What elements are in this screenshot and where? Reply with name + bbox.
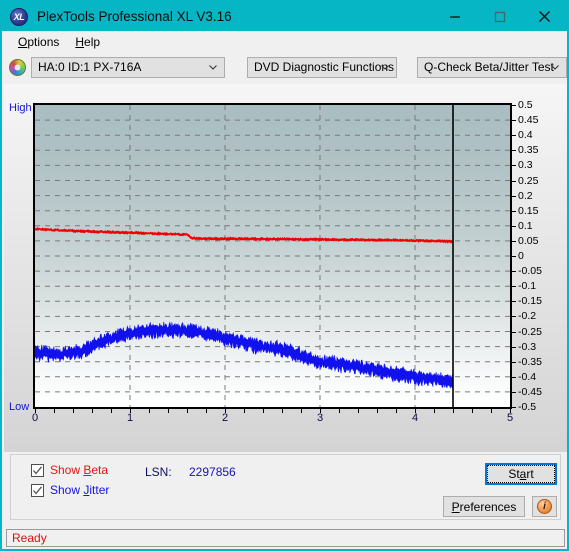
y-tick-label: 0.25: [518, 174, 539, 187]
function-select-value: DVD Diagnostic Functions: [254, 60, 395, 74]
y-tick-label: -0.05: [518, 265, 542, 278]
chevron-down-icon: [209, 65, 217, 70]
close-button[interactable]: [522, 2, 567, 31]
y-tick-label: -0.25: [518, 325, 542, 338]
start-button[interactable]: St a rt: [485, 463, 557, 485]
xl-logo-icon: XL: [10, 7, 28, 26]
y-tick-label: 0.2: [518, 189, 533, 202]
y-tick-label: 0.45: [518, 114, 539, 127]
y-tick-label: -0.45: [518, 385, 542, 398]
test-select-value: Q-Check Beta/Jitter Test: [424, 60, 554, 74]
menu-help-accel: H: [75, 34, 85, 49]
x-tick-label: 1: [126, 412, 134, 424]
y-tick-label: 0.3: [518, 159, 533, 172]
y-tick-label: 0.1: [518, 219, 533, 232]
show-beta-label: Show Beta: [50, 463, 108, 477]
x-tick-label: 0: [31, 412, 39, 424]
status-bar: Ready: [6, 529, 565, 547]
show-jitter-checkbox-row[interactable]: Show Jitter: [31, 483, 109, 497]
y-tick-label: -0.35: [518, 355, 542, 368]
axis-label-low: Low: [9, 401, 30, 413]
menu-help-rest: elp: [84, 34, 101, 49]
window-controls: [432, 2, 567, 31]
optical-disc-icon: [9, 58, 26, 76]
toolbar: HA:0 ID:1 PX-716A DVD Diagnostic Functio…: [4, 54, 567, 80]
show-jitter-checkbox[interactable]: [31, 483, 44, 497]
drive-select[interactable]: HA:0 ID:1 PX-716A: [31, 56, 225, 78]
y-tick-label: 0.4: [518, 129, 533, 142]
maximize-button[interactable]: [477, 2, 522, 31]
x-tick-label: 4: [411, 412, 419, 424]
y-tick-label: -0.3: [518, 340, 537, 353]
y-tick-label: 0.5: [518, 99, 533, 111]
chevron-down-icon: [551, 65, 559, 70]
y-axis-labels: 0.5 0.45 0.4 0.35 0.3 0.25 0.2 0.15 0.1 0.05 0 -0.0…: [516, 99, 564, 413]
preferences-label-post: references: [459, 499, 517, 514]
plot-canvas: [35, 105, 510, 407]
x-tick-label: 5: [506, 412, 514, 424]
menu-item-options[interactable]: Options: [10, 33, 67, 51]
drive-select-value: HA:0 ID:1 PX-716A: [38, 60, 142, 74]
lsn-value: 2297856: [189, 465, 236, 479]
y-tick-label: 0.15: [518, 204, 539, 217]
start-label-post: rt: [526, 467, 534, 481]
menu-bar: Options Help: [4, 31, 567, 52]
show-beta-label-pre: Show: [50, 463, 84, 477]
show-beta-checkbox[interactable]: [31, 463, 44, 477]
show-beta-checkbox-row[interactable]: Show Beta: [31, 463, 108, 477]
axis-label-high: High: [9, 102, 32, 114]
chevron-down-icon: [381, 65, 389, 70]
lsn-label: LSN:: [145, 465, 172, 479]
y-tick-label: 0: [518, 250, 524, 262]
title-bar: XL PlexTools Professional XL V3.16: [2, 2, 567, 31]
y-tick-label: -0.2: [518, 310, 537, 323]
y-tick-label: -0.5: [518, 401, 537, 413]
menu-options-accel: O: [18, 34, 28, 49]
preferences-accel: P: [451, 499, 460, 514]
start-label-pre: St: [508, 467, 520, 481]
info-button[interactable]: i: [532, 496, 557, 517]
preferences-label: Preferences: [452, 500, 517, 514]
show-jitter-label-post: itter: [89, 483, 110, 497]
app-window: XL PlexTools Professional XL V3.16 Optio…: [0, 0, 569, 551]
show-jitter-label-pre: Show: [50, 483, 84, 497]
x-axis-labels: 0 1 2 3 4 5: [31, 412, 514, 430]
plot-area: [33, 103, 512, 409]
x-tick-label: 3: [316, 412, 324, 424]
y-tick-label: -0.4: [518, 370, 537, 383]
show-jitter-label: Show Jitter: [50, 483, 109, 497]
x-tick-label: 2: [221, 412, 229, 424]
y-tick-label: -0.1: [518, 280, 537, 293]
y-tick-label: -0.15: [518, 295, 542, 308]
plot-svg: [35, 105, 510, 407]
chart-panel: High Low 0.5 0.45 0.4 0.35 0.3 0.25 0.2 0.15 0.1…: [4, 84, 567, 452]
show-beta-label-post: eta: [91, 463, 109, 477]
check-icon: [33, 485, 43, 495]
menu-options-rest: ptions: [27, 34, 60, 49]
window-title: PlexTools Professional XL V3.16: [37, 9, 232, 24]
info-icon: i: [537, 499, 552, 514]
minimize-button[interactable]: [432, 2, 477, 31]
menu-item-help[interactable]: Help: [67, 33, 108, 51]
test-select[interactable]: Q-Check Beta/Jitter Test: [417, 56, 567, 78]
start-accel: a: [519, 467, 527, 481]
check-icon: [33, 465, 43, 475]
y-tick-label: 0.35: [518, 144, 539, 157]
controls-panel: Show Beta Show Jitter LSN: 2297856 St a rt…: [10, 454, 561, 520]
start-button-inner: St a rt: [487, 465, 555, 483]
preferences-button[interactable]: Preferences: [443, 496, 525, 517]
y-tick-label: 0.05: [518, 234, 539, 247]
status-text: Ready: [12, 531, 47, 545]
function-select[interactable]: DVD Diagnostic Functions: [247, 56, 397, 78]
